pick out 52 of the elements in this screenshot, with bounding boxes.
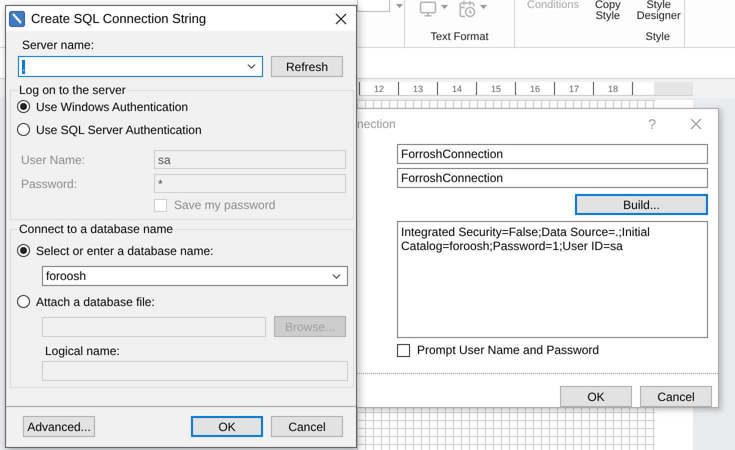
build-button[interactable]: Build... (575, 194, 708, 215)
ruler-number: 13 (398, 82, 437, 94)
group-title: Log on to the server (18, 83, 127, 97)
text-field[interactable]: ForroshConnection (397, 144, 708, 164)
refresh-button[interactable]: Refresh (271, 56, 343, 77)
option-label: Use Windows Authentication (36, 100, 188, 114)
ribbon-button[interactable]: Copy Style (594, 0, 621, 22)
text-field[interactable] (42, 361, 348, 381)
window-title: nection (357, 116, 397, 130)
server-combo[interactable]: . (18, 56, 263, 77)
ruler-number: 18 (593, 82, 632, 94)
group-label: Style (646, 31, 671, 43)
ruler-number: 17 (554, 82, 593, 94)
dialog-button[interactable]: Cancel (271, 416, 343, 437)
group-title: Connect to a database name (18, 222, 174, 236)
monitor-icon[interactable] (419, 0, 437, 18)
dialog-button[interactable]: Advanced... (23, 416, 95, 437)
ruler-margin (654, 82, 693, 94)
connection-string-field[interactable]: Integrated Security=False;Data Source=.;Initial Catalog=foroosh;Password=1;User ID=sa (397, 221, 708, 338)
ruler-number: 14 (437, 82, 476, 94)
close-icon[interactable] (335, 12, 347, 24)
dialog-button[interactable]: Cancel (640, 386, 712, 407)
ribbon-button[interactable]: Style Designer (636, 0, 681, 22)
caret-icon[interactable] (441, 5, 448, 9)
field-label: Server name: (22, 38, 94, 52)
ruler-number: 16 (515, 82, 554, 94)
text-field[interactable]: ForroshConnection (397, 168, 708, 188)
option-label: Use SQL Server Authentication (36, 122, 202, 136)
field-label: Logical name: (45, 344, 121, 358)
radio-button[interactable] (17, 295, 30, 308)
checkbox-label: Prompt User Name and Password (417, 343, 600, 357)
radio-button[interactable] (17, 244, 30, 257)
field-label: Password: (21, 176, 78, 190)
file-path-field[interactable] (42, 316, 266, 336)
ruler-number: 12 (359, 82, 398, 94)
caret-icon[interactable] (396, 4, 403, 8)
field-label: User Name: (21, 152, 86, 166)
checkbox[interactable] (397, 344, 410, 356)
caret-icon[interactable] (480, 5, 487, 9)
checkbox-label: Save my password (174, 198, 276, 212)
app-icon (9, 10, 25, 26)
combo-value: foroosh (46, 269, 86, 283)
option-label: Select or enter a database name: (36, 244, 214, 258)
option-label: Attach a database file: (36, 294, 155, 308)
group-label: Text Format (430, 31, 489, 43)
dropdown[interactable] (357, 0, 390, 12)
calendar-icon[interactable] (458, 0, 476, 18)
database-combo[interactable]: foroosh (42, 266, 348, 286)
dialog-button[interactable]: OK (560, 386, 632, 407)
window-title: Create SQL Connection String (31, 11, 208, 26)
dialog-button[interactable]: OK (191, 416, 263, 437)
ruler-number: 15 (476, 82, 515, 94)
